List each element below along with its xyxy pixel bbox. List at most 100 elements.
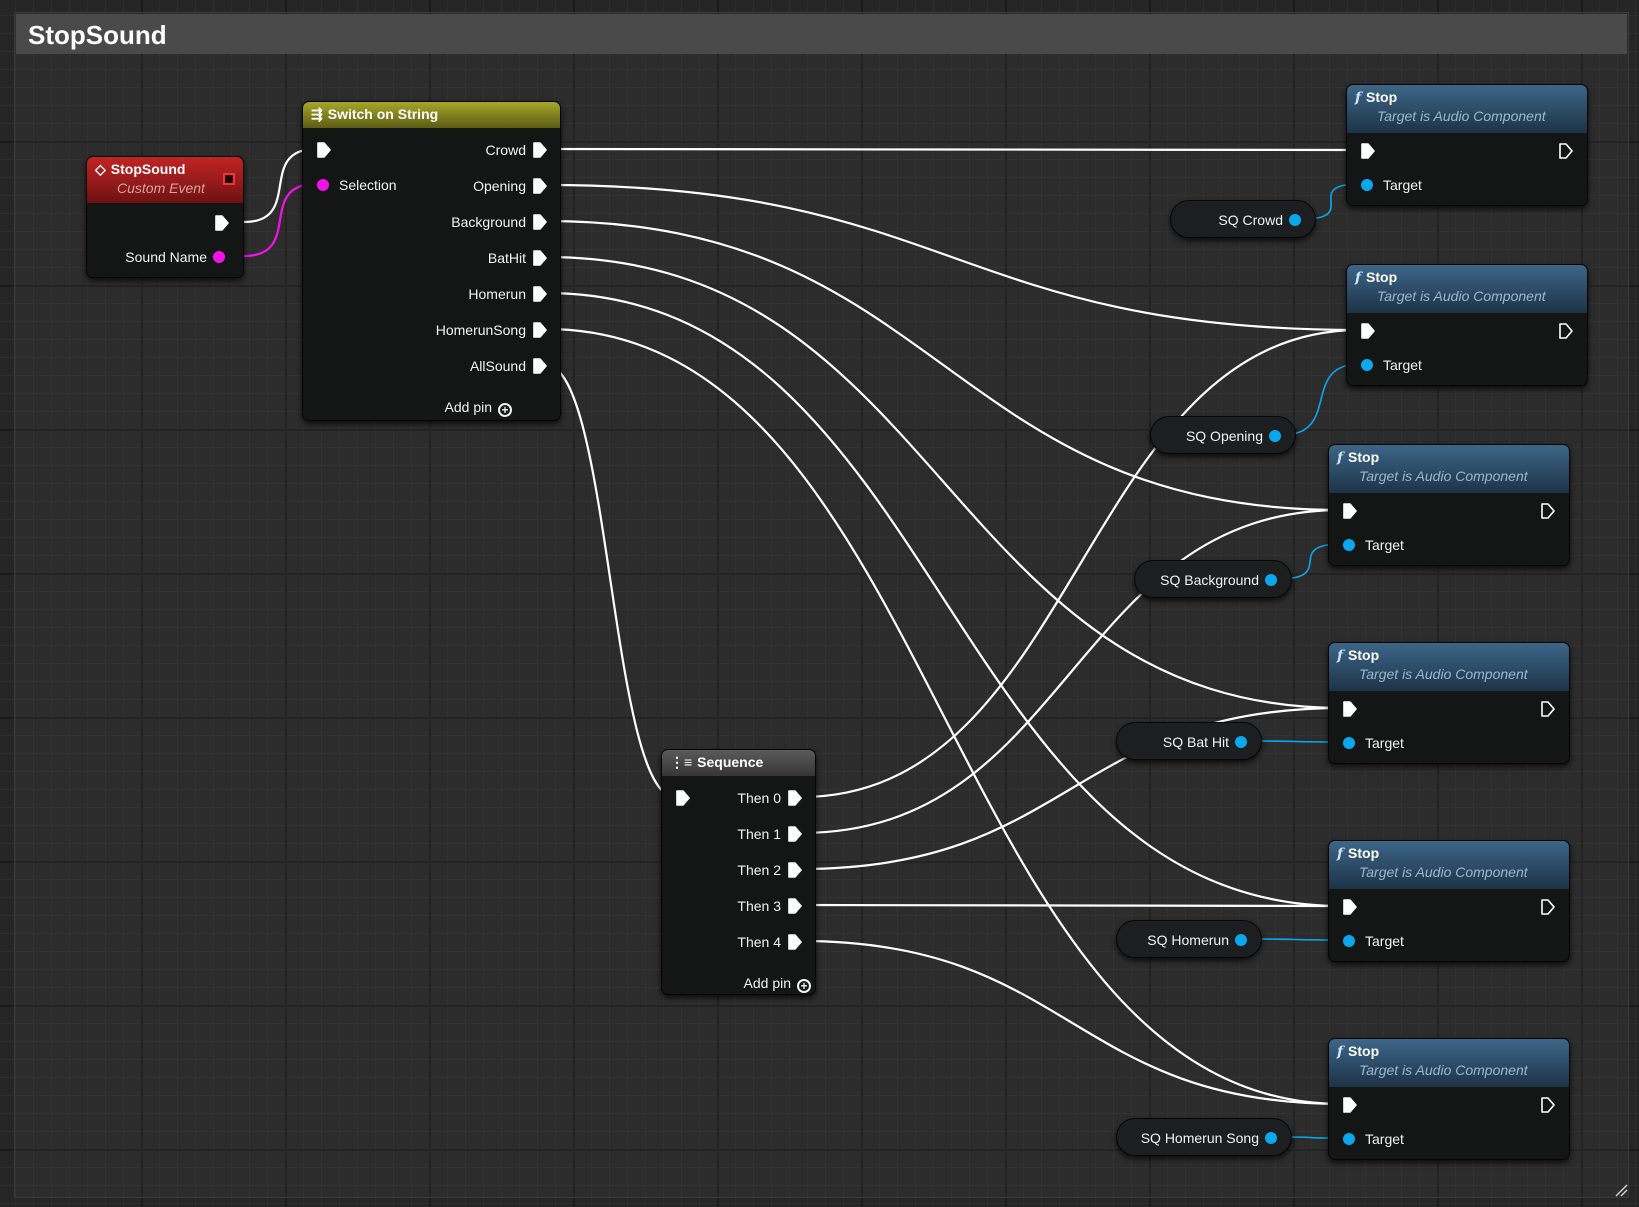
variable-name: SQ Crowd [1218, 212, 1283, 228]
target-pin[interactable] [1361, 179, 1373, 191]
sequence-output-pin[interactable] [788, 790, 802, 806]
stop-node[interactable]: f Stop Target is Audio Component Target [1346, 264, 1588, 386]
variable-output-pin[interactable] [1265, 1132, 1277, 1144]
switch-output-pin[interactable] [533, 178, 547, 194]
target-pin[interactable] [1343, 1133, 1355, 1145]
add-pin-plus-icon: + [498, 403, 512, 417]
function-icon: f [1355, 90, 1362, 106]
stop-exec-out-pin[interactable] [1541, 503, 1555, 519]
variable-getter-node[interactable]: SQ Homerun Song [1116, 1118, 1292, 1156]
switch-output-pin[interactable] [533, 214, 547, 230]
exec-wire[interactable] [545, 363, 676, 799]
selection-label: Selection [339, 177, 397, 193]
switch-output-pin[interactable] [533, 142, 547, 158]
sequence-output-pin[interactable] [788, 862, 802, 878]
switch-output-label: HomerunSong [435, 322, 526, 338]
stop-exec-out-pin[interactable] [1541, 899, 1555, 915]
sound-name-pin[interactable] [213, 251, 225, 263]
function-icon: f [1337, 450, 1344, 466]
stop-node-subtitle: Target is Audio Component [1359, 1062, 1528, 1078]
variable-output-pin[interactable] [1265, 574, 1277, 586]
exec-wire[interactable] [545, 147, 1361, 152]
sound-name-label: Sound Name [125, 249, 207, 265]
stop-node-subtitle: Target is Audio Component [1359, 864, 1528, 880]
sequence-exec-in-pin[interactable] [676, 790, 690, 806]
exec-wire[interactable] [800, 939, 1343, 1106]
variable-name: SQ Opening [1185, 428, 1263, 444]
switch-output-label: BatHit [487, 250, 526, 266]
target-pin[interactable] [1343, 539, 1355, 551]
variable-getter-node[interactable]: SQ Crowd [1170, 200, 1316, 238]
variable-getter-node[interactable]: SQ Bat Hit [1116, 722, 1262, 760]
sequence-output-pin[interactable] [788, 898, 802, 914]
sequence-node[interactable]: ⋮≡ Sequence Then 0 Then 1 Then 2 Then 3 Then … [661, 749, 816, 995]
stop-exec-out-pin[interactable] [1541, 1097, 1555, 1113]
variable-output-pin[interactable] [1235, 934, 1247, 946]
stop-exec-out-pin[interactable] [1541, 701, 1555, 717]
stop-node-title: Stop [1348, 647, 1380, 663]
stop-node[interactable]: f Stop Target is Audio Component Target [1346, 84, 1588, 206]
function-icon: f [1337, 648, 1344, 664]
switch-output-label: Opening [473, 178, 526, 194]
resize-grip-icon[interactable] [1614, 1183, 1628, 1197]
sequence-output-pin[interactable] [788, 826, 802, 842]
stop-node-header: f Stop Target is Audio Component [1347, 265, 1587, 313]
stop-exec-out-pin[interactable] [1559, 323, 1573, 339]
exec-wire[interactable] [545, 219, 1343, 512]
stop-node[interactable]: f Stop Target is Audio Component Target [1328, 840, 1570, 962]
stop-node[interactable]: f Stop Target is Audio Component Target [1328, 444, 1570, 566]
event-exec-out-pin[interactable] [215, 215, 229, 231]
variable-output-pin[interactable] [1269, 430, 1281, 442]
target-pin[interactable] [1343, 737, 1355, 749]
variable-output-pin[interactable] [1235, 736, 1247, 748]
target-label: Target [1365, 1131, 1404, 1147]
variable-getter-node[interactable]: SQ Opening [1150, 416, 1296, 454]
stop-exec-in-pin[interactable] [1361, 143, 1375, 159]
exec-wire[interactable] [800, 903, 1343, 908]
switch-add-pin-label: Add pin [444, 399, 492, 415]
switch-add-pin-button[interactable]: Add pin + [445, 398, 512, 417]
target-label: Target [1365, 735, 1404, 751]
sequence-add-pin-button[interactable]: Add pin + [744, 974, 811, 993]
stop-node[interactable]: f Stop Target is Audio Component Target [1328, 1038, 1570, 1160]
variable-output-pin[interactable] [1289, 214, 1301, 226]
exec-wire[interactable] [800, 706, 1343, 871]
stop-exec-in-pin[interactable] [1361, 323, 1375, 339]
stop-exec-in-pin[interactable] [1343, 701, 1357, 717]
event-node-header: ◇ StopSound Custom Event [87, 157, 243, 203]
exec-wire[interactable] [545, 255, 1343, 710]
target-pin[interactable] [1343, 935, 1355, 947]
switch-exec-in-pin[interactable] [317, 142, 331, 158]
switch-output-pin[interactable] [533, 322, 547, 338]
stop-exec-in-pin[interactable] [1343, 899, 1357, 915]
stop-node-header: f Stop Target is Audio Component [1347, 85, 1587, 133]
stop-exec-out-pin[interactable] [1559, 143, 1573, 159]
exec-wire[interactable] [800, 508, 1343, 835]
switch-output-label: Background [451, 214, 526, 230]
switch-on-string-node[interactable]: ⇶ Switch on String Selection Crowd Opening… [302, 101, 561, 421]
stop-exec-in-pin[interactable] [1343, 503, 1357, 519]
stop-node-title: Stop [1348, 449, 1380, 465]
variable-name: SQ Homerun Song [1140, 1130, 1259, 1146]
stop-node-title: Stop [1348, 1043, 1380, 1059]
stop-node[interactable]: f Stop Target is Audio Component Target [1328, 642, 1570, 764]
switch-output-pin[interactable] [533, 250, 547, 266]
selection-pin[interactable] [317, 179, 329, 191]
target-label: Target [1383, 357, 1422, 373]
stop-node-subtitle: Target is Audio Component [1377, 288, 1546, 304]
target-pin[interactable] [1361, 359, 1373, 371]
function-icon: f [1355, 270, 1362, 286]
target-label: Target [1383, 177, 1422, 193]
stop-exec-in-pin[interactable] [1343, 1097, 1357, 1113]
event-node-title: StopSound [110, 161, 186, 177]
switch-output-label: Homerun [468, 286, 526, 302]
switch-output-pin[interactable] [533, 286, 547, 302]
switch-output-pin[interactable] [533, 358, 547, 374]
event-delegate-pin[interactable] [223, 173, 235, 185]
stop-node-title: Stop [1366, 89, 1398, 105]
sequence-output-pin[interactable] [788, 934, 802, 950]
sequence-icon: ⋮≡ [670, 754, 693, 770]
variable-getter-node[interactable]: SQ Homerun [1116, 920, 1262, 958]
variable-getter-node[interactable]: SQ Background [1134, 560, 1292, 598]
event-node-stopsound[interactable]: ◇ StopSound Custom Event Sound Name [86, 156, 244, 278]
